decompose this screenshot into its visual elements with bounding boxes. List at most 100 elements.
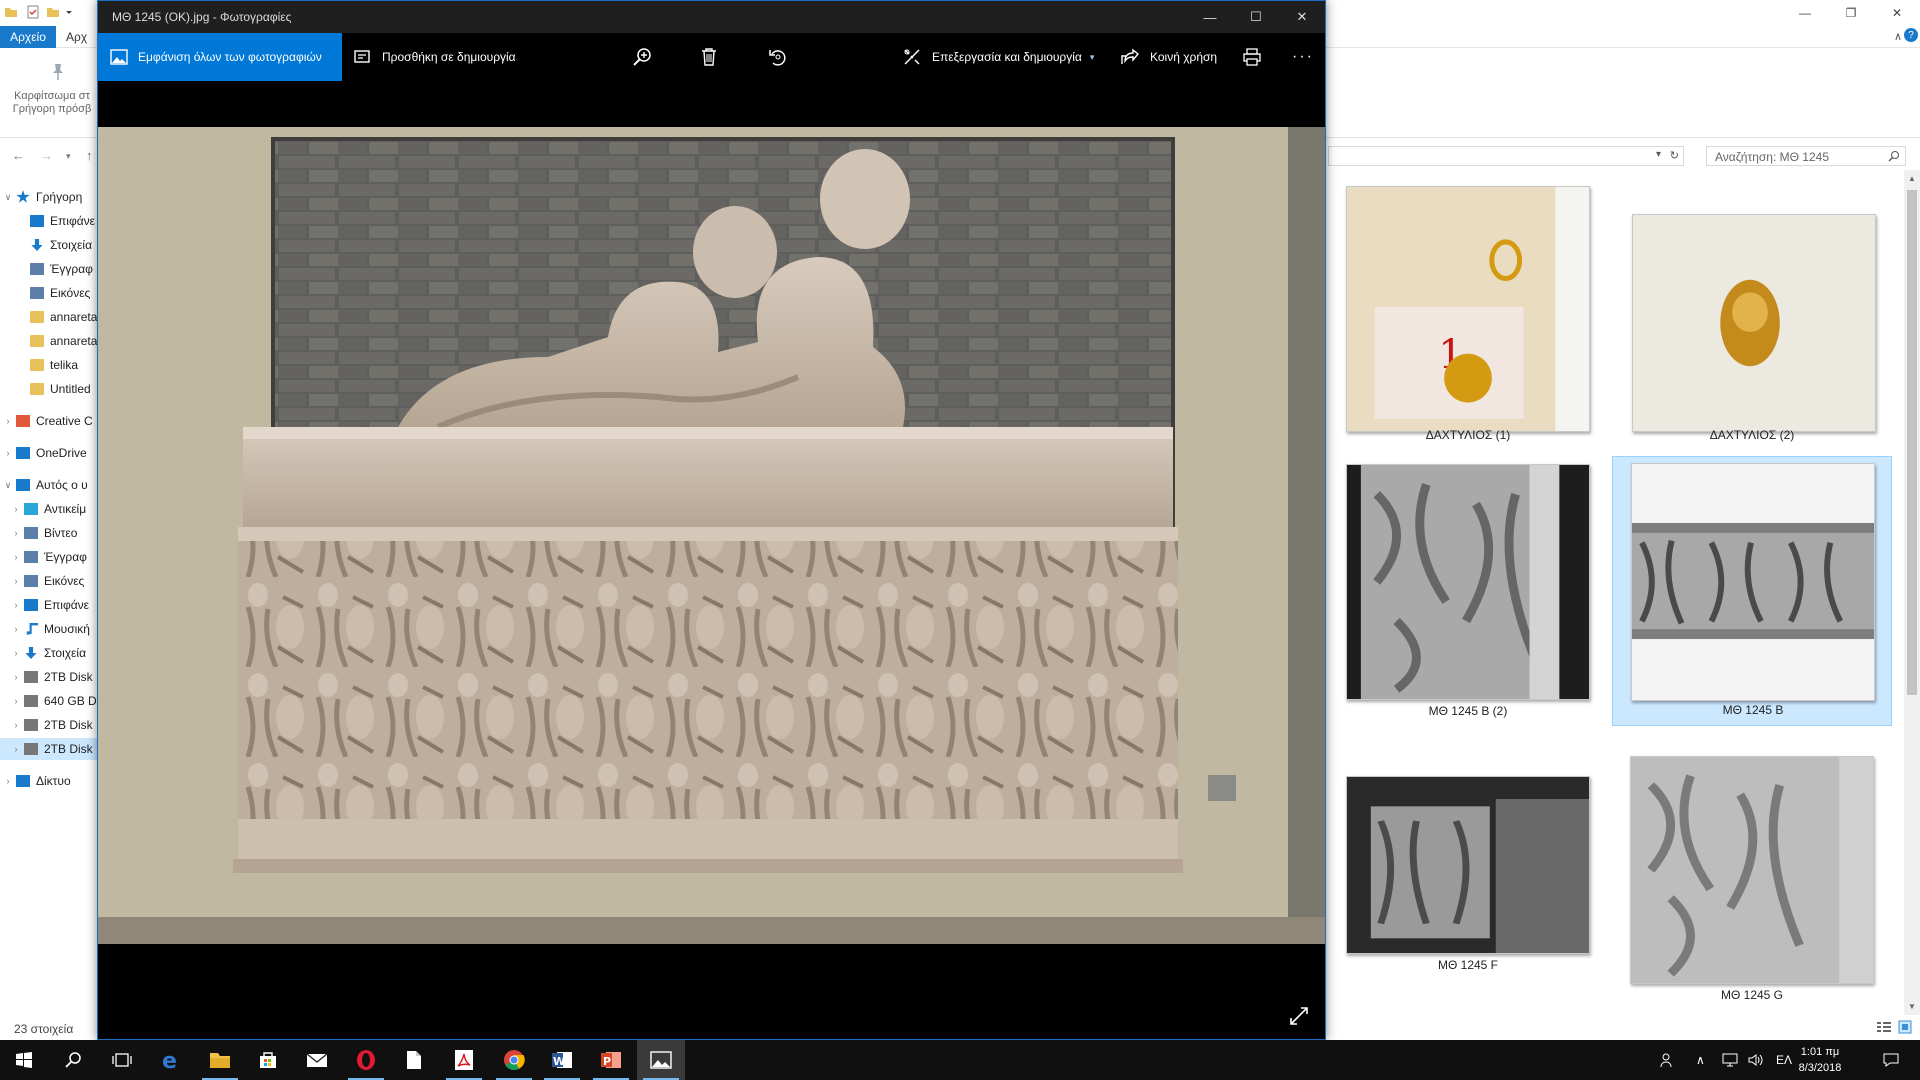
nav-item[interactable]: ∨ Αυτός ο υ — [0, 474, 98, 496]
nav-item[interactable]: › Στοιχεία — [0, 642, 98, 664]
nav-item[interactable]: › Επιφάνε — [0, 594, 98, 616]
chevron-right-icon[interactable]: › — [8, 696, 24, 706]
close-icon[interactable]: ✕ — [1279, 1, 1325, 33]
add-to-creation-button[interactable]: Προσθήκη σε δημιουργία — [354, 33, 516, 81]
address-bar[interactable]: ▾ ↻ — [1328, 146, 1684, 166]
forward-arrow-icon[interactable]: → — [40, 148, 53, 163]
restore-icon[interactable]: ❐ — [1828, 0, 1874, 26]
volume-icon[interactable] — [1748, 1040, 1764, 1080]
clock[interactable]: 1:01 πμ 8/3/2018 — [1780, 1044, 1860, 1076]
chevron-right-icon[interactable]: › — [8, 528, 24, 538]
chevron-right-icon[interactable]: › — [8, 552, 24, 562]
delete-button[interactable] — [700, 33, 728, 81]
full-screen-icon[interactable] — [1288, 1005, 1310, 1027]
pin-to-quick-access-button[interactable]: Καρφίτσωμα στ Γρήγορη πρόσβ — [4, 90, 100, 116]
maximize-icon[interactable]: ☐ — [1233, 1, 1279, 33]
nav-item[interactable]: › Εικόνες — [0, 570, 98, 592]
up-arrow-icon[interactable]: ↑ — [86, 148, 93, 163]
new-folder-icon[interactable] — [46, 5, 60, 19]
customize-qat-icon[interactable] — [62, 5, 76, 19]
nav-item[interactable]: Έγγραφ — [0, 258, 98, 280]
chevron-up-icon[interactable]: ∧ — [1696, 1040, 1705, 1080]
scroll-up-icon[interactable]: ▲ — [1908, 174, 1916, 183]
nav-item[interactable]: › Έγγραφ — [0, 546, 98, 568]
nav-item[interactable]: › Αντικείμ — [0, 498, 98, 520]
chevron-up-icon[interactable]: ∧ — [1894, 30, 1902, 43]
photos-icon[interactable] — [637, 1040, 685, 1080]
powerpoint-icon[interactable]: P — [587, 1040, 635, 1080]
folder-icon[interactable] — [4, 5, 18, 19]
rotate-button[interactable] — [767, 33, 799, 81]
chevron-right-icon[interactable]: › — [8, 744, 24, 754]
chevron-right-icon[interactable]: › — [0, 416, 16, 426]
close-icon[interactable]: ✕ — [1874, 0, 1920, 26]
nav-item[interactable]: › OneDrive — [0, 442, 98, 464]
nav-item[interactable]: › 2TB Disk — [0, 666, 98, 688]
nav-item[interactable]: Εικόνες — [0, 282, 98, 304]
file-thumbnail[interactable]: ΜΘ 1245 G — [1612, 746, 1892, 1016]
nav-item[interactable]: Στοιχεία — [0, 234, 98, 256]
minimize-icon[interactable]: — — [1187, 1, 1233, 33]
see-all-photos-button[interactable]: Εμφάνιση όλων των φωτογραφιών — [98, 33, 342, 81]
action-center-icon[interactable] — [1882, 1040, 1900, 1080]
nav-item[interactable]: annareta — [0, 306, 98, 328]
edit-and-create-button[interactable]: Επεξεργασία και δημιουργία ▾ — [902, 33, 1094, 81]
chevron-right-icon[interactable]: › — [0, 776, 16, 786]
opera-icon[interactable] — [342, 1040, 390, 1080]
minimize-icon[interactable]: — — [1782, 0, 1828, 26]
word-icon[interactable]: W — [538, 1040, 586, 1080]
people-icon[interactable] — [1660, 1040, 1676, 1080]
acrobat-icon[interactable] — [440, 1040, 488, 1080]
help-icon[interactable]: ? — [1904, 28, 1918, 42]
search-input[interactable]: Αναζήτηση: ΜΘ 1245 — [1706, 146, 1906, 166]
nav-item[interactable]: › Μουσική — [0, 618, 98, 640]
mail-icon[interactable] — [293, 1040, 341, 1080]
store-icon[interactable] — [244, 1040, 292, 1080]
print-button[interactable] — [1242, 33, 1272, 81]
chevron-right-icon[interactable]: › — [8, 720, 24, 730]
chevron-down-icon[interactable]: ∨ — [0, 480, 16, 491]
scroll-down-icon[interactable]: ▼ — [1908, 1002, 1916, 1011]
nav-item[interactable]: › 640 GB D — [0, 690, 98, 712]
file-thumbnail[interactable]: ΜΘ 1245 B (2) — [1328, 458, 1608, 728]
nav-item[interactable]: telika — [0, 354, 98, 376]
task-view-icon[interactable] — [98, 1040, 146, 1080]
nav-item[interactable]: › Βίντεο — [0, 522, 98, 544]
refresh-icon[interactable]: ↻ — [1670, 149, 1679, 162]
back-arrow-icon[interactable]: ← — [12, 148, 25, 163]
nav-item[interactable]: annareta — [0, 330, 98, 352]
recent-locations-icon[interactable]: ▾ — [66, 151, 71, 162]
chevron-right-icon[interactable]: › — [8, 648, 24, 658]
edge-icon[interactable]: e — [147, 1040, 195, 1080]
image-viewer[interactable] — [98, 81, 1325, 1039]
nav-item[interactable]: ∨ Γρήγορη — [0, 186, 98, 208]
zoom-button[interactable] — [632, 33, 664, 81]
chevron-right-icon[interactable]: › — [8, 504, 24, 514]
network-icon[interactable] — [1722, 1040, 1738, 1080]
start-icon[interactable] — [0, 1040, 48, 1080]
search-icon[interactable] — [50, 1040, 98, 1080]
nav-item[interactable]: › Creative C — [0, 410, 98, 432]
file-thumbnail[interactable]: ΜΘ 1245 B — [1612, 456, 1892, 726]
chevron-right-icon[interactable]: › — [8, 624, 24, 634]
chevron-down-icon[interactable]: ∨ — [0, 192, 16, 203]
blank-document-icon[interactable] — [390, 1040, 438, 1080]
tab-home[interactable]: Αρχ — [66, 30, 87, 44]
chevron-right-icon[interactable]: › — [0, 448, 16, 458]
nav-item[interactable]: › 2TB Disk — [0, 714, 98, 736]
file-explorer-icon[interactable] — [196, 1040, 244, 1080]
file-thumbnail[interactable]: 1 ΔΑΧΤΥΛΙΟΣ (1) — [1328, 170, 1608, 442]
file-thumbnail[interactable]: ΔΑΧΤΥΛΙΟΣ (2) — [1612, 170, 1892, 442]
nav-item[interactable]: › Δίκτυο — [0, 770, 98, 792]
vertical-scrollbar[interactable]: ▲ ▼ — [1904, 170, 1920, 1015]
nav-item[interactable]: Untitled — [0, 378, 98, 400]
nav-item[interactable]: Επιφάνε — [0, 210, 98, 232]
tab-file[interactable]: Αρχείο — [0, 26, 56, 48]
nav-item[interactable]: › 2TB Disk — [0, 738, 98, 760]
view-mode-icons[interactable] — [1875, 1020, 1915, 1034]
pin-icon[interactable] — [48, 62, 68, 82]
chrome-icon[interactable] — [490, 1040, 538, 1080]
chevron-down-icon[interactable]: ▾ — [1656, 149, 1661, 160]
properties-icon[interactable] — [26, 5, 40, 19]
chevron-right-icon[interactable]: › — [8, 672, 24, 682]
